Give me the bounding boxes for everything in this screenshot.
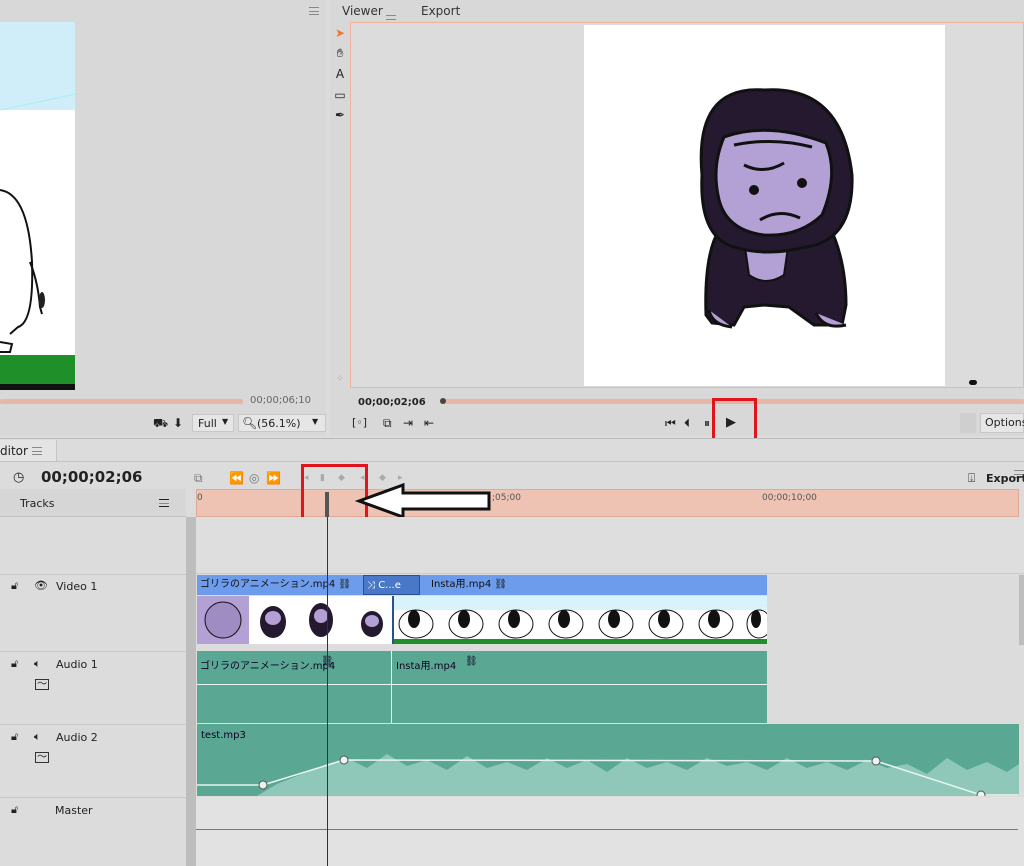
- pause-icon[interactable]: ⏸: [704, 416, 710, 430]
- track-header-audio2: 🔓︎ 🔈︎ Audio 2 〜: [0, 724, 186, 796]
- source-scrub-bar[interactable]: [0, 399, 243, 404]
- rewind-icon[interactable]: ⏪: [229, 471, 244, 485]
- waveform-toggle-icon[interactable]: 〜: [35, 679, 49, 690]
- source-panel-menu-icon[interactable]: [309, 7, 319, 15]
- editor-tab-menu-icon[interactable]: [32, 447, 42, 455]
- master-track-area: [196, 797, 1024, 866]
- step-back-icon[interactable]: ⏴: [684, 416, 690, 430]
- viewer-canvas: [584, 25, 945, 386]
- speaker-icon[interactable]: 🔈︎: [34, 657, 41, 671]
- lock-icon[interactable]: 🔓︎: [11, 803, 18, 817]
- quality-value: Full: [198, 417, 217, 430]
- skip-back-icon[interactable]: ⏮: [665, 416, 676, 430]
- empty-track-row: [196, 517, 1024, 574]
- editor-timecode[interactable]: 00;00;02;06: [41, 468, 143, 486]
- master-volume-line: [196, 829, 1018, 830]
- zoom-select[interactable]: 🔍︎ (56.1%) ▼: [238, 414, 326, 432]
- extract-icon[interactable]: ⬇: [173, 416, 183, 430]
- transition-clip[interactable]: ⤨ C...e: [363, 575, 420, 595]
- ruler-tick-label: ;05;00: [492, 493, 521, 503]
- video-clip-gorilla[interactable]: ゴリラのアニメーション.mp4 ⛓: [197, 575, 363, 595]
- lock-icon[interactable]: 🔓︎: [11, 730, 18, 744]
- tracks-menu-icon[interactable]: [159, 499, 169, 507]
- viewer-timecode: 00;00;02;06: [358, 397, 426, 408]
- export-frame-icon[interactable]: ⇥: [403, 416, 413, 430]
- ruler-tick-label: 0: [197, 493, 203, 503]
- vertical-scrollbar[interactable]: [1019, 575, 1024, 645]
- track-name: Master: [55, 804, 93, 817]
- track-name: Video 1: [56, 580, 98, 593]
- audio-clip-insta[interactable]: Insta用.mp4 ⛓: [392, 651, 767, 723]
- marker-icon[interactable]: ◎: [249, 471, 259, 485]
- eye-icon[interactable]: 👁︎: [34, 579, 48, 592]
- lock-icon[interactable]: 🔓︎: [11, 579, 18, 593]
- track-header-master: 🔓︎ Master: [0, 797, 186, 866]
- annotation-arrow-icon: [355, 482, 491, 520]
- lift-icon[interactable]: ⛟: [153, 416, 168, 430]
- tab-export[interactable]: Export: [421, 0, 460, 22]
- volume-line: [392, 684, 767, 685]
- chevron-down-icon: ▼: [222, 417, 229, 426]
- track-name: Audio 2: [56, 731, 98, 744]
- rectangle-tool-icon[interactable]: ▭: [334, 88, 346, 102]
- clock-icon: ◷: [13, 470, 25, 485]
- link-icon: ⛓: [465, 656, 478, 667]
- ruler-tick-label: 00;00;10;00: [762, 493, 817, 503]
- zoom-value: (56.1%): [257, 417, 301, 430]
- source-timecode: 00;00;06;10: [250, 395, 312, 406]
- tracks-header: Tracks: [0, 489, 186, 517]
- source-preview-canvas: [0, 22, 75, 390]
- pen-tool-icon[interactable]: ✒: [334, 108, 346, 122]
- text-tool-icon[interactable]: A: [334, 67, 346, 81]
- gorilla-illustration-image: [699, 88, 854, 329]
- chevron-down-icon: ▼: [312, 417, 319, 426]
- waveform-toggle-icon[interactable]: 〜: [35, 752, 49, 763]
- snapshot-icon[interactable]: ⧉: [194, 471, 203, 485]
- playhead-line[interactable]: [327, 517, 328, 866]
- hand-tool-icon[interactable]: ✋︎: [334, 46, 346, 60]
- track-separator: [186, 517, 196, 866]
- import-icon[interactable]: ⇤: [424, 416, 434, 430]
- tab-editor[interactable]: ditor: [0, 440, 57, 462]
- audio-clip-gorilla[interactable]: ゴリラのアニメーション.mp4 ⛓: [197, 651, 392, 723]
- audio-waveform: [197, 754, 1019, 796]
- link-icon: ⛓: [338, 579, 352, 590]
- options-spacer: [960, 413, 976, 433]
- track-name: Audio 1: [56, 658, 98, 671]
- selection-tool-icon[interactable]: ➤: [334, 26, 346, 40]
- tracks-label: Tracks: [20, 497, 55, 510]
- volume-line: [197, 684, 392, 685]
- track-header-audio1: 🔓︎ 🔈︎ Audio 1 〜: [0, 651, 186, 723]
- video-thumbnails-gorilla: [197, 596, 392, 644]
- fast-forward-icon[interactable]: ⏩: [266, 471, 281, 485]
- speaker-icon[interactable]: 🔈︎: [34, 730, 41, 744]
- viewer-playhead-knob[interactable]: [440, 398, 446, 404]
- link-icon: ⛓: [494, 579, 508, 590]
- options-button[interactable]: Options: [980, 413, 1024, 433]
- audio-clip-test[interactable]: test.mp3: [197, 724, 1019, 796]
- quality-select[interactable]: Full ▼: [192, 414, 234, 432]
- export-button[interactable]: Export: [986, 472, 1024, 485]
- tab-viewer[interactable]: Viewer: [342, 0, 383, 22]
- magnifier-icon: 🔍︎: [242, 416, 258, 430]
- video-thumbnails-insta: [392, 596, 767, 644]
- export-icon[interactable]: ⍗: [968, 471, 975, 486]
- video-clip-insta[interactable]: Insta用.mp4 ⛓: [420, 575, 767, 595]
- transform-handles-icon[interactable]: ⁘: [334, 372, 346, 386]
- safe-area-icon[interactable]: [◦]: [352, 416, 367, 430]
- cow-illustration-image: [0, 22, 75, 390]
- shuffle-icon: ⤨: [367, 580, 375, 591]
- track-header-video1: 🔓︎ 👁︎ Video 1: [0, 574, 186, 646]
- crop-icon[interactable]: ⧉: [383, 416, 392, 430]
- playback-cursor-icon: [969, 380, 977, 385]
- editor-accent-line: [0, 461, 1024, 462]
- lock-icon[interactable]: 🔓︎: [11, 657, 18, 671]
